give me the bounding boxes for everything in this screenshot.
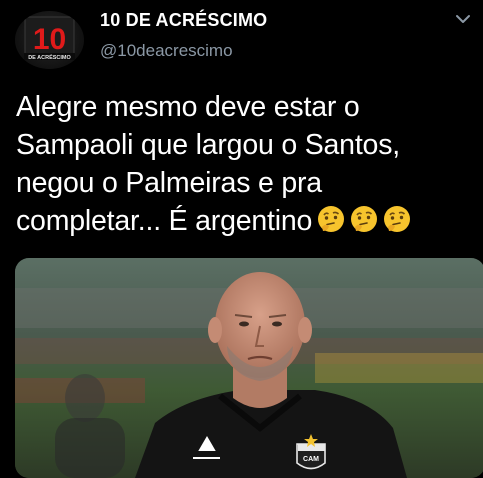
tweet-media-photo[interactable]: CAM bbox=[15, 258, 483, 478]
tweet-text: Alegre mesmo deve estar o Sampaoli que l… bbox=[16, 88, 476, 244]
thinking-face-icon bbox=[384, 206, 411, 232]
photo-of-coach-icon: CAM bbox=[15, 258, 483, 478]
avatar[interactable]: 10 DE ACRÉSCIMO bbox=[15, 11, 84, 69]
svg-text:DE ACRÉSCIMO: DE ACRÉSCIMO bbox=[28, 53, 71, 61]
thinking-face-icon bbox=[351, 206, 378, 232]
svg-text:CAM: CAM bbox=[303, 456, 319, 463]
display-name[interactable]: 10 DE ACRÉSCIMO bbox=[100, 10, 267, 31]
avatar-logo-icon: 10 DE ACRÉSCIMO bbox=[24, 16, 75, 61]
chevron-down-icon[interactable] bbox=[453, 12, 473, 26]
tweet-card: 10 DE ACRÉSCIMO 10 DE ACRÉSCIMO @10deacr… bbox=[0, 0, 483, 478]
svg-text:10: 10 bbox=[33, 23, 66, 56]
thinking-face-icon bbox=[318, 206, 345, 232]
emoji-group bbox=[316, 204, 415, 244]
handle[interactable]: @10deacrescimo bbox=[100, 41, 233, 61]
